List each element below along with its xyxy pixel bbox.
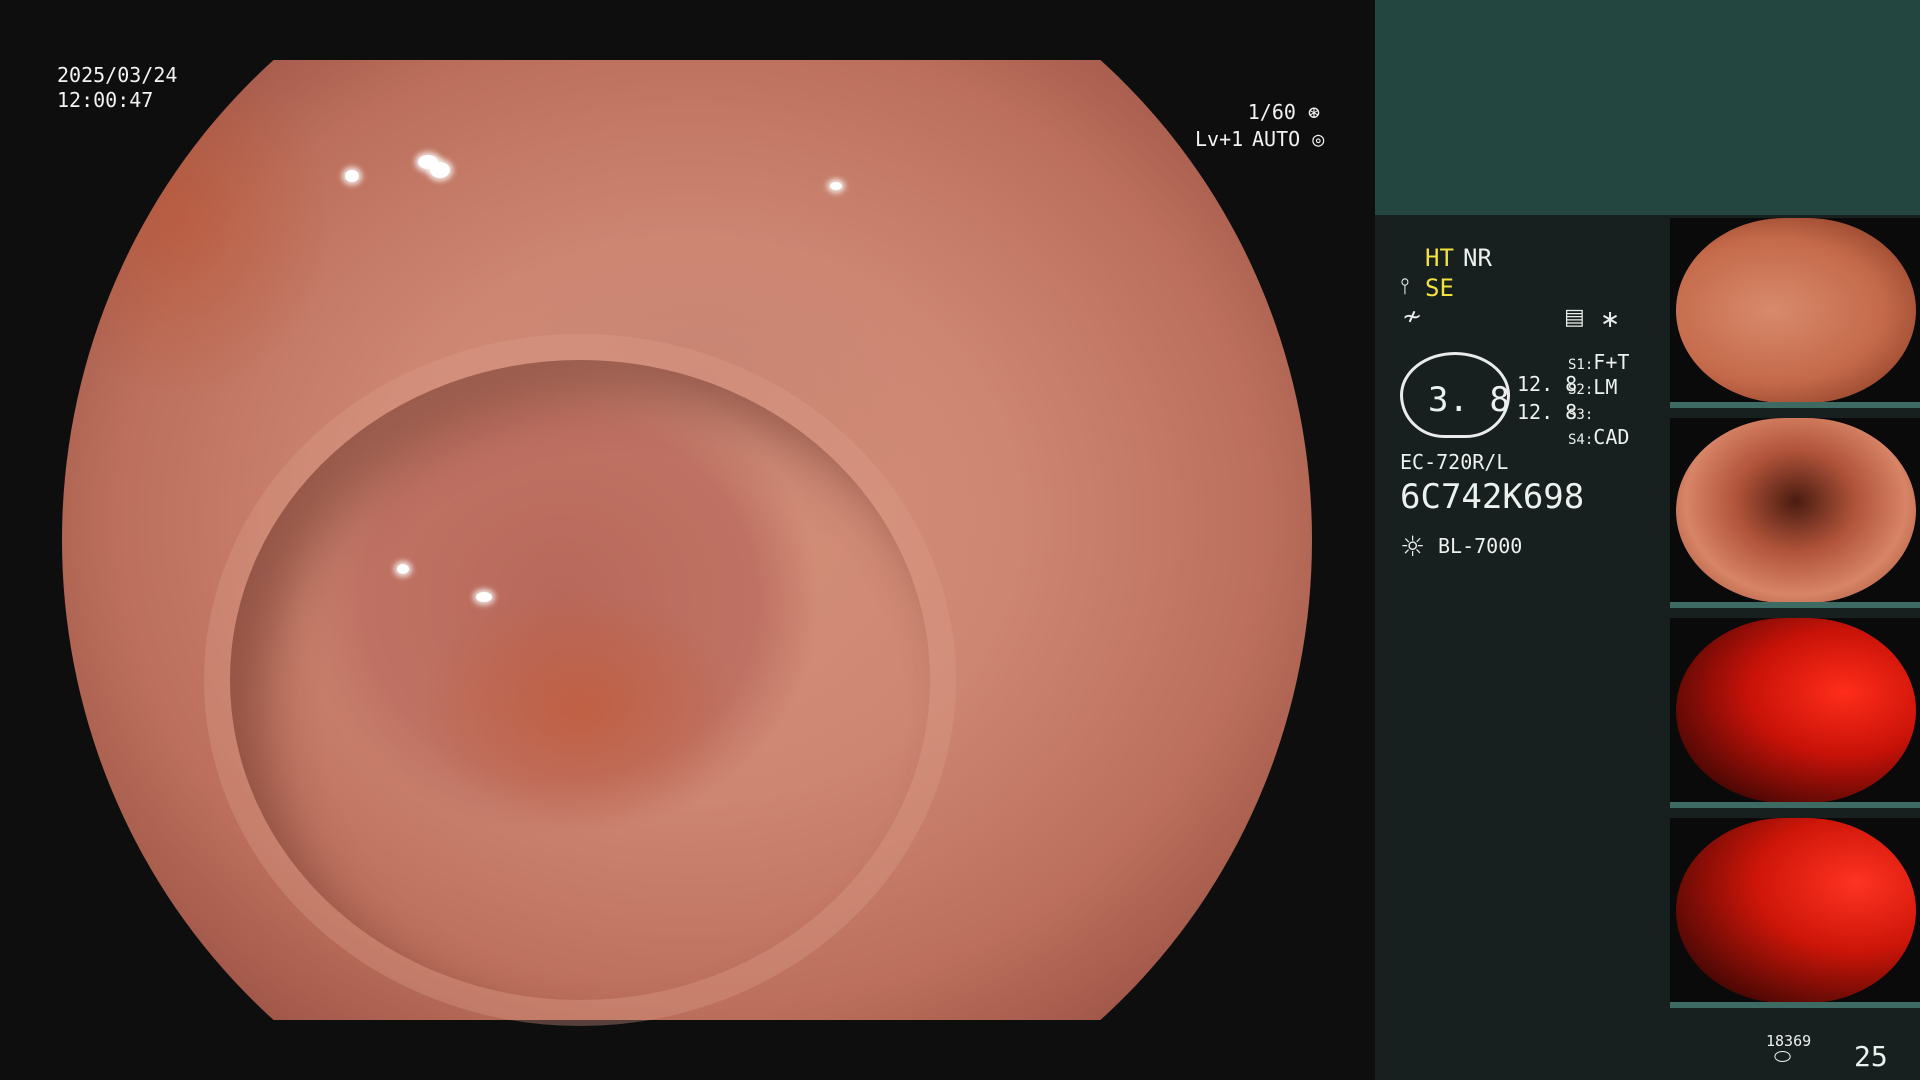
- asterisk-icon: ∗: [1600, 305, 1621, 333]
- shutter-readout: 1/60 ⊛: [1230, 100, 1320, 125]
- scope-mode-icon: ⫯: [1400, 274, 1410, 299]
- light-reflection: [345, 170, 359, 182]
- switch-3: S3:: [1568, 400, 1593, 424]
- storage-disk-icon: ⬭: [1774, 1044, 1792, 1068]
- colon-lumen-fold: [230, 360, 930, 1000]
- switch-1-label: S1:: [1568, 357, 1594, 373]
- mode-ht: HT: [1425, 244, 1454, 272]
- iris-icon: ◎: [1312, 127, 1325, 151]
- switch-1: S1:F+T: [1568, 350, 1629, 374]
- captured-images-strip: [1670, 218, 1920, 1020]
- mode-nr: NR: [1463, 244, 1492, 272]
- panel-header-area: [1375, 0, 1920, 215]
- scope-serial: 6C742K698: [1400, 477, 1585, 517]
- capture-thumbnail[interactable]: [1670, 218, 1920, 408]
- shutter-value: 1/60: [1247, 100, 1296, 124]
- colonoscopy-image: [62, 60, 1312, 1020]
- light-reflection: [430, 162, 450, 178]
- date-stamp: 2025/03/24: [57, 63, 178, 87]
- capture-thumbnail[interactable]: [1670, 818, 1920, 1008]
- frame-count: 25: [1854, 1040, 1888, 1073]
- switch-4-value: CAD: [1593, 425, 1630, 449]
- light-reflection: [830, 182, 842, 190]
- light-source-icon: ☼: [1400, 530, 1426, 563]
- light-source-model: BL-7000: [1438, 534, 1523, 558]
- capture-thumbnail[interactable]: [1670, 418, 1920, 608]
- switch-4: S4:CAD: [1568, 425, 1629, 449]
- switch-1-value: F+T: [1593, 350, 1630, 374]
- iris-readout: AUTO ◎: [1252, 127, 1324, 152]
- light-reflection: [476, 592, 492, 602]
- switch-2: S2:LM: [1568, 375, 1617, 399]
- endoscope-live-view: 2025/03/24 12:00:47 1/60 ⊛ Lv+1 AUTO ◎: [0, 0, 1375, 1080]
- light-reflection: [397, 564, 409, 574]
- zoom-value: 3. 8: [1428, 380, 1510, 420]
- menu-list-icon: ▤: [1564, 305, 1585, 330]
- switch-3-label: S3:: [1568, 407, 1594, 423]
- scope-model: EC-720R/L: [1400, 450, 1509, 474]
- level-readout: Lv+1: [1195, 127, 1244, 151]
- mode-se: SE: [1425, 274, 1454, 302]
- iris-value: AUTO: [1252, 127, 1301, 151]
- switch-2-label: S2:: [1568, 382, 1594, 398]
- switch-4-label: S4:: [1568, 432, 1594, 448]
- structure-enhance-icon: ≁: [1402, 302, 1423, 330]
- shutter-wheel-icon: ⊛: [1307, 100, 1320, 124]
- time-stamp: 12:00:47: [57, 88, 154, 112]
- switch-2-value: LM: [1593, 375, 1618, 399]
- capture-thumbnail[interactable]: [1670, 618, 1920, 808]
